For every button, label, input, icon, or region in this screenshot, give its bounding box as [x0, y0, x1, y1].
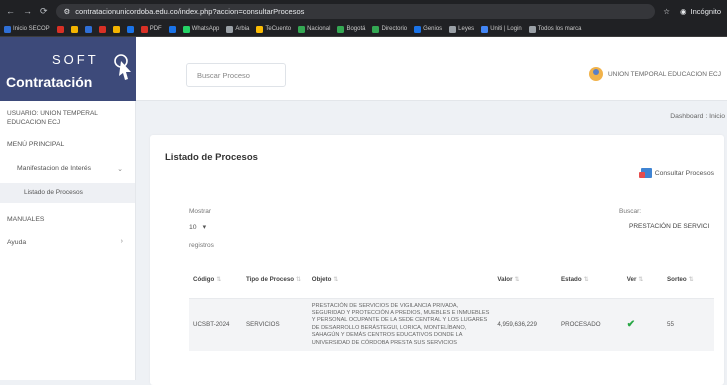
entries-suffix-label: registros — [189, 242, 214, 249]
bookmarks-bar: Inicio SECOP PDF WhatsApp Arbia TeCuento Naci… — [0, 22, 727, 37]
incognito-badge[interactable]: ◉ Incógnito — [680, 7, 721, 16]
user-name: UNION TEMPORAL EDUCACION ECJ — [607, 70, 721, 78]
search-input[interactable]: Buscar Proceso — [186, 63, 286, 87]
star-icon[interactable]: ☆ — [663, 7, 670, 16]
bookmark-item[interactable]: Genios — [414, 25, 442, 33]
bookmark-icon — [4, 25, 11, 33]
bookmark-icon — [528, 25, 536, 33]
browser-toolbar: ← → ⟳ ⚙ contratacionunicordoba.edu.co/in… — [0, 0, 727, 22]
dropdown-arrow-icon: ▾ — [202, 224, 206, 231]
sidebar-menu-principal: MENÚ PRINCIPAL — [7, 141, 65, 148]
breadcrumb[interactable]: Dashboard : Inicio — [670, 113, 725, 120]
bookmark-item[interactable]: Inicio SECOP — [4, 25, 50, 33]
col-codigo[interactable]: Código ⇅ — [189, 261, 243, 299]
bookmark-item[interactable]: Leyes — [449, 25, 474, 33]
bookmark-icon — [226, 25, 234, 33]
bookmark-icon — [182, 25, 190, 33]
user-menu[interactable]: UNION TEMPORAL EDUCACION ECJ — [588, 67, 721, 81]
table-search-input[interactable]: PRESTACIÓN DE SERVICI — [629, 223, 709, 230]
cell-objeto: PRESTACIÓN DE SERVICIOS DE VIGILANCIA PR… — [307, 298, 494, 351]
bookmark-icon — [112, 25, 120, 33]
bookmark-icon — [298, 25, 306, 33]
bookmark-icon — [481, 25, 489, 33]
sidebar-user-label: USUARIO: UNION TEMPERAL EDUCACION ECJ — [7, 110, 98, 126]
brand-contratacion-text: Contratación — [6, 74, 93, 90]
bookmark-item[interactable]: Todos los marca — [528, 25, 581, 33]
bookmark-item[interactable] — [84, 25, 92, 33]
incognito-icon: ◉ — [680, 6, 687, 16]
bookmark-item[interactable] — [112, 25, 120, 33]
process-card: Listado de Procesos Consultar Procesos M… — [150, 135, 724, 385]
bookmark-icon — [414, 25, 422, 33]
bookmark-icon — [98, 25, 106, 33]
bookmark-icon — [449, 25, 457, 33]
address-bar[interactable]: ⚙ contratacionunicordoba.edu.co/index.ph… — [55, 3, 656, 19]
bookmark-item[interactable]: Bogotá — [337, 25, 365, 33]
consult-icon — [638, 168, 652, 178]
col-sorteo[interactable]: Sorteo ⇅ — [663, 261, 714, 299]
cell-estado: PROCESADO — [556, 298, 623, 351]
reload-icon[interactable]: ⟳ — [40, 6, 48, 17]
search-label: Buscar: — [619, 208, 642, 215]
chevron-right-icon[interactable]: › — [121, 238, 123, 245]
user-avatar-icon — [588, 67, 603, 81]
bookmark-icon — [140, 25, 148, 33]
bookmark-item[interactable] — [98, 25, 106, 33]
col-valor[interactable]: Valor ⇅ — [493, 261, 557, 299]
col-objeto[interactable]: Objeto ⇅ — [307, 261, 494, 299]
col-tipo[interactable]: Tipo de Proceso ⇅ — [242, 261, 308, 299]
cell-codigo: UCSBT-2024 — [189, 298, 243, 351]
bookmark-item[interactable] — [126, 25, 134, 33]
bookmark-icon — [168, 25, 176, 33]
table-row[interactable]: UCSBT-2024 SERVICIOS PRESTACIÓN DE SERVI… — [189, 298, 714, 351]
col-estado[interactable]: Estado ⇅ — [556, 261, 623, 299]
bookmark-item[interactable] — [70, 25, 78, 33]
view-check-icon[interactable]: ✔ — [622, 298, 664, 351]
bookmark-icon — [70, 25, 78, 33]
sidebar: USUARIO: UNION TEMPERAL EDUCACION ECJ ME… — [0, 101, 136, 380]
chevron-down-icon[interactable]: ⌄ — [117, 165, 123, 173]
bookmark-item[interactable]: Directorio — [372, 25, 407, 33]
bookmark-item[interactable]: Nacional — [298, 25, 330, 33]
entries-select[interactable]: 10 ▾ — [189, 223, 206, 232]
sidebar-item-manifestacion[interactable]: Manifestacion de Interés — [17, 165, 91, 172]
brand-soft-text: SOFT — [52, 52, 99, 67]
bookmark-item[interactable]: Uniti | Login — [481, 25, 522, 33]
bookmark-icon — [84, 25, 92, 33]
back-icon[interactable]: ← — [6, 6, 15, 16]
forward-icon[interactable]: → — [23, 6, 32, 16]
bookmark-item[interactable] — [56, 25, 64, 33]
bookmark-item[interactable]: PDF — [140, 25, 162, 33]
sidebar-item-manuales[interactable]: MANUALES — [7, 216, 44, 223]
cell-valor: 4,959,636,229 — [493, 298, 557, 351]
url-text: contratacionunicordoba.edu.co/index.php?… — [75, 6, 305, 16]
col-ver[interactable]: Ver ⇅ — [622, 261, 664, 299]
process-table: Código ⇅ Tipo de Proceso ⇅ Objeto ⇅ Valor ⇅ … — [189, 261, 714, 351]
site-info-icon[interactable]: ⚙ — [64, 7, 71, 16]
show-entries-label: Mostrar — [189, 208, 212, 215]
consult-processes-button[interactable]: Consultar Procesos — [638, 168, 714, 178]
bookmark-icon — [256, 25, 264, 33]
bookmark-icon — [126, 25, 134, 33]
sidebar-item-listado[interactable]: Listado de Procesos — [24, 189, 142, 196]
bookmark-icon — [56, 25, 64, 33]
bookmark-item[interactable] — [168, 25, 176, 33]
bookmark-icon — [337, 25, 345, 33]
cell-sorteo: 55 — [663, 298, 714, 351]
bookmark-item[interactable]: WhatsApp — [182, 25, 219, 33]
sidebar-item-ayuda[interactable]: Ayuda — [7, 239, 26, 246]
top-header: Buscar Proceso UNION TEMPORAL EDUCACION … — [136, 37, 727, 101]
bookmark-icon — [372, 25, 380, 33]
bookmark-item[interactable]: TeCuento — [256, 25, 291, 33]
bookmark-item[interactable]: Arbia — [226, 25, 249, 33]
table-header-row: Código ⇅ Tipo de Proceso ⇅ Objeto ⇅ Valor ⇅ … — [189, 261, 714, 299]
page-title: Listado de Procesos — [165, 152, 258, 163]
brand-logo[interactable]: SOFT Contratación — [0, 37, 136, 101]
main-content: Dashboard : Inicio Listado de Procesos C… — [136, 101, 727, 385]
cursor-icon — [114, 54, 131, 80]
cell-tipo: SERVICIOS — [242, 298, 308, 351]
